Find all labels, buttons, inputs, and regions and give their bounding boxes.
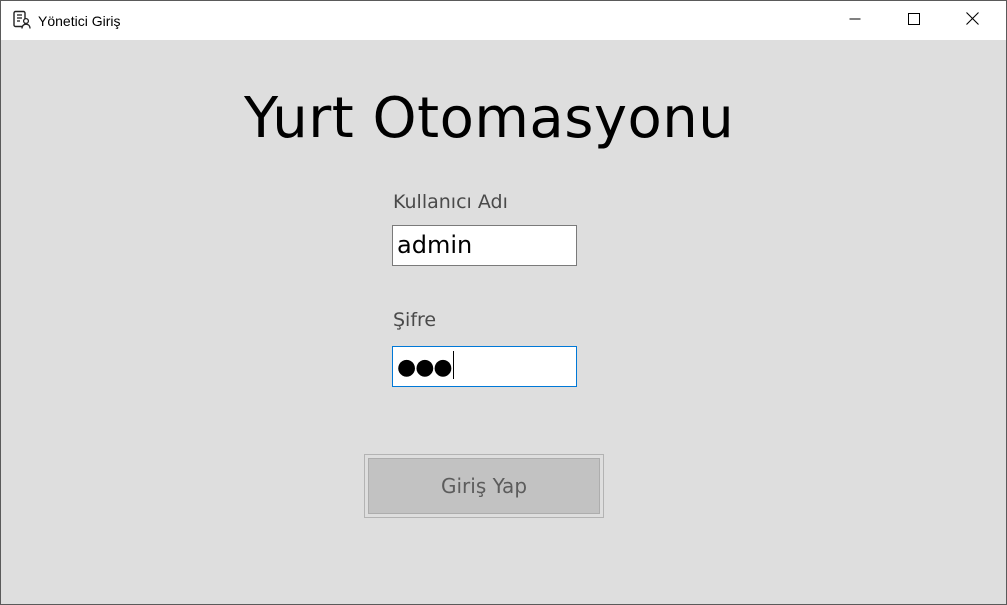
username-label: Kullanıcı Adı (393, 191, 508, 213)
close-button[interactable] (943, 1, 1001, 40)
title-bar[interactable]: Yönetici Giriş (1, 1, 1006, 40)
text-caret (452, 351, 454, 379)
minimize-button[interactable] (826, 1, 884, 40)
login-window: Yönetici Giriş Yurt Otomasyonu Kullanıcı… (0, 0, 1007, 605)
minimize-icon (849, 12, 861, 30)
window-title: Yönetici Giriş (38, 13, 121, 29)
password-masked-value: ●●● (397, 355, 453, 380)
form-user-icon (12, 10, 32, 30)
username-value: admin (397, 231, 473, 259)
password-input[interactable]: ●●● (392, 346, 577, 387)
maximize-button[interactable] (885, 1, 943, 40)
login-button-face[interactable]: Giriş Yap (368, 458, 600, 514)
username-input[interactable]: admin (392, 225, 577, 266)
app-heading: Yurt Otomasyonu (244, 86, 735, 151)
password-label: Şifre (393, 309, 437, 331)
maximize-icon (908, 12, 920, 30)
login-button-label: Giriş Yap (440, 474, 528, 498)
form-client-area: Yurt Otomasyonu Kullanıcı Adı admin Şifr… (1, 40, 1006, 604)
login-button[interactable]: Giriş Yap (364, 454, 604, 518)
close-icon (965, 11, 979, 30)
